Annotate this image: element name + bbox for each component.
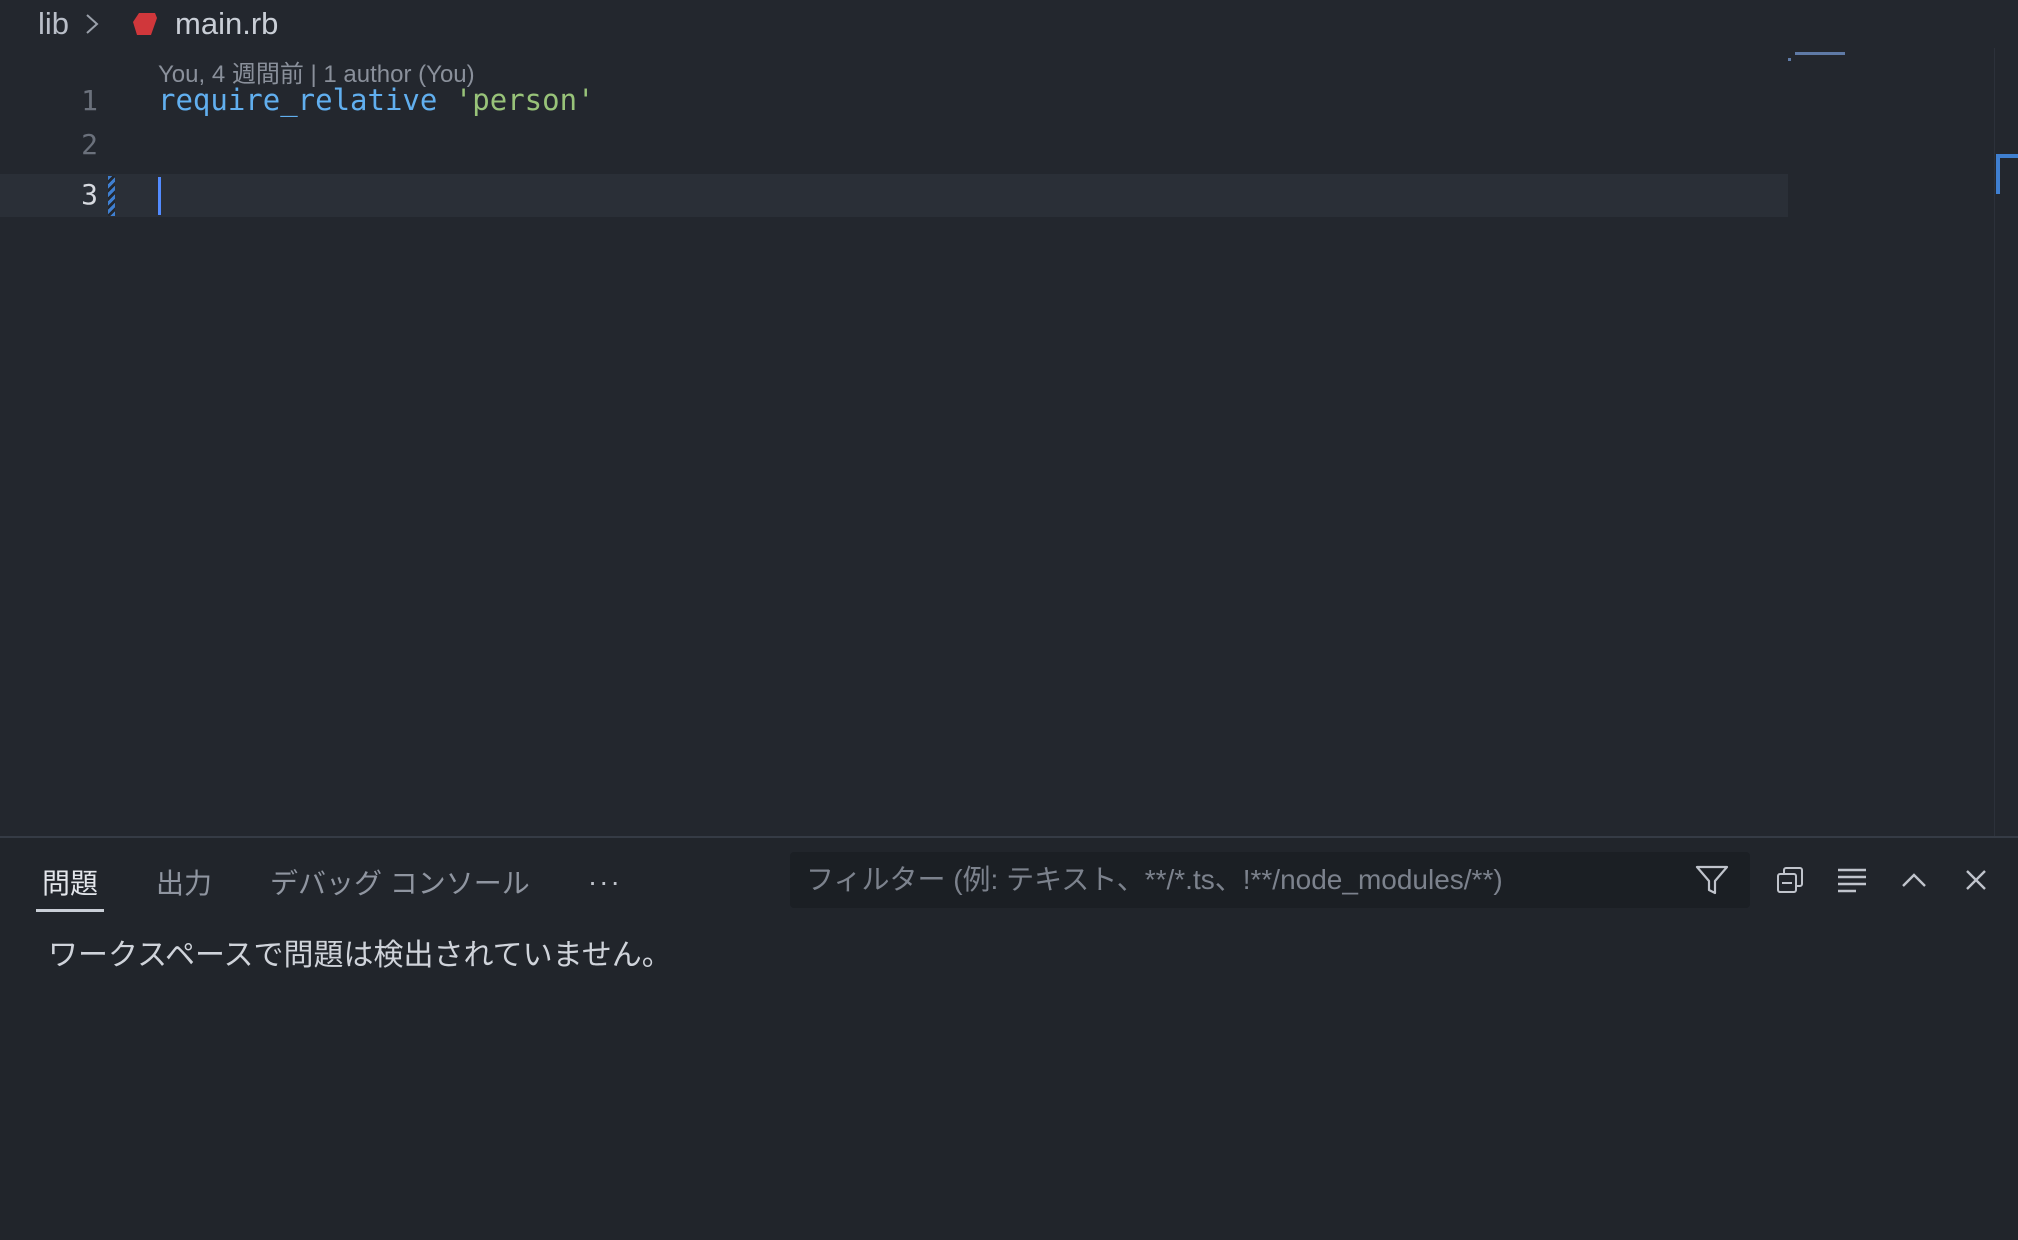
code-editor[interactable]: You, 4 週間前 | 1 author (You) 1 require_re…	[0, 48, 2018, 836]
git-added-gutter-marker	[108, 176, 115, 216]
code-line-current[interactable]: 3	[0, 174, 1788, 217]
code-line[interactable]: 1 require_relative 'person'	[0, 80, 1788, 123]
line-number: 1	[81, 84, 98, 117]
breadcrumb: lib main.rb	[0, 0, 2018, 48]
text-cursor	[158, 177, 161, 215]
panel-tabs: 問題 出力 デバッグ コンソール ···	[35, 852, 622, 912]
maximize-panel-icon[interactable]	[1894, 860, 1934, 900]
tab-output[interactable]: 出力	[156, 852, 212, 912]
ruby-icon	[131, 10, 159, 38]
tab-problems[interactable]: 問題	[35, 852, 105, 912]
close-icon[interactable]	[1956, 860, 1996, 900]
problems-filter	[790, 852, 1750, 908]
vertical-scrollbar[interactable]	[1994, 48, 2018, 836]
tab-debug-console[interactable]: デバッグ コンソール	[270, 852, 530, 912]
minimap-dot	[1788, 58, 1791, 61]
panel-actions	[1770, 852, 2018, 908]
chevron-right-icon	[83, 14, 103, 34]
code-line[interactable]: 2	[0, 124, 1788, 167]
line-number: 2	[81, 128, 98, 161]
no-problems-message: ワークスペースで問題は検出されていません。	[48, 939, 672, 972]
line-number: 3	[81, 178, 98, 211]
filter-input[interactable]	[806, 864, 1692, 896]
keyword-token: require_relative	[158, 83, 438, 117]
cursor-position-marker	[1996, 154, 2018, 194]
string-token: 'person'	[454, 83, 595, 117]
more-tabs-button[interactable]: ···	[588, 866, 622, 898]
code-text: require_relative 'person'	[158, 83, 595, 117]
breadcrumb-folder[interactable]: lib	[38, 6, 69, 42]
collapse-all-icon[interactable]	[1770, 860, 1810, 900]
breadcrumb-file[interactable]: main.rb	[175, 6, 278, 42]
word-wrap-icon[interactable]	[1832, 860, 1872, 900]
filter-icon[interactable]	[1692, 860, 1732, 900]
minimap-line	[1795, 52, 1845, 55]
bottom-panel: 問題 出力 デバッグ コンソール ··· ワークスペース	[0, 836, 2018, 1240]
vscode-window: lib main.rb You, 4 週間前 | 1 author (You) …	[0, 0, 2018, 1240]
